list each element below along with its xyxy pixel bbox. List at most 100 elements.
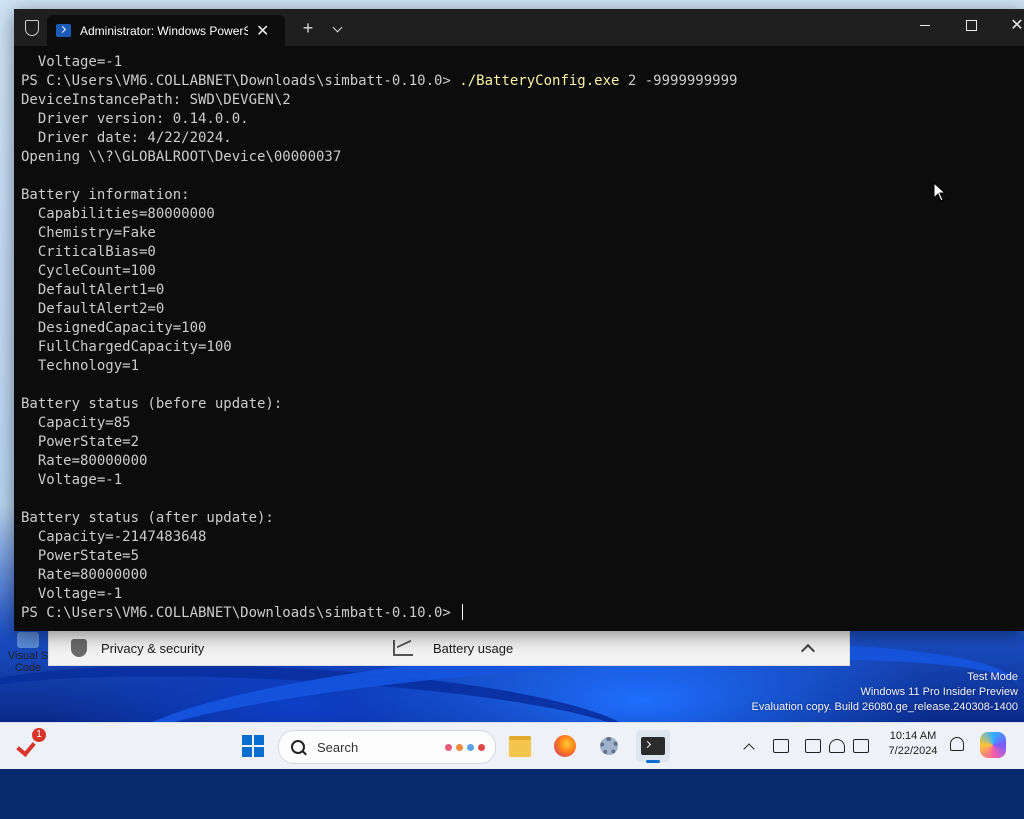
console-text: Voltage=-1 [21,586,123,602]
console-output[interactable]: Voltage=-1 PS C:\Users\VM6.COLLABNET\Down… [21,53,1024,631]
console-text: PowerState=2 [21,434,140,450]
maximize-icon [965,19,977,31]
clock[interactable]: 10:14 AM 7/22/2024 [880,729,946,759]
new-tab-button[interactable]: + [297,18,319,39]
tab-powershell[interactable]: Administrator: Windows PowerShell ✕ [47,15,285,46]
display-icon [805,739,821,753]
network-tray-button[interactable] [772,737,790,755]
console-line: Rate=80000000 [21,566,1024,585]
copilot-icon[interactable] [980,732,1006,758]
admin-shield-button[interactable] [19,15,45,41]
console-text: Battery information: [21,187,190,203]
console-line: Rate=80000000 [21,452,1024,471]
chevron-up-icon[interactable] [800,643,816,659]
console-line: FullChargedCapacity=100 [21,338,1024,357]
console-text: Voltage=-1 [21,54,123,70]
console-text: DesignedCapacity=100 [21,320,207,336]
tab-close-icon[interactable]: ✕ [256,21,269,41]
shield-icon [25,20,39,36]
console-text: Rate=80000000 [21,567,148,583]
search-icon [291,740,305,754]
console-line: Chemistry=Fake [21,224,1024,243]
console-text: PowerState=5 [21,548,140,564]
console-line: PowerState=2 [21,433,1024,452]
terminal-button[interactable] [636,730,670,763]
console-text: Battery status (before update): [21,396,283,412]
desktop-icon-vscode[interactable]: Visual S Code [2,632,54,674]
console-text: Chemistry=Fake [21,225,156,241]
console-prompt-line: PS C:\Users\VM6.COLLABNET\Downloads\simb… [21,604,1024,623]
chart-icon [393,640,413,656]
bell-icon[interactable] [950,737,964,751]
active-indicator [646,760,660,763]
show-hidden-icons-button[interactable] [742,737,756,755]
clock-date: 7/22/2024 [888,745,938,757]
firefox-button[interactable] [548,730,582,762]
battery-icon [853,739,869,753]
settings-window: Privacy & security Battery usage [48,630,850,666]
vscode-icon [17,632,39,648]
console-line: Capabilities=80000000 [21,205,1024,224]
console-line: Battery status (before update): [21,395,1024,414]
terminal-icon [641,737,665,755]
text-cursor [462,604,464,620]
test-mode-watermark: Test Mode Windows 11 Pro Insider Preview… [752,670,1018,715]
console-line: Opening \\?\GLOBALROOT\Device\00000037 [21,148,1024,167]
console-line: DefaultAlert2=0 [21,300,1024,319]
minimize-icon [920,24,930,26]
console-line: PS C:\Users\VM6.COLLABNET\Downloads\simb… [21,72,1024,91]
wifi-tray-button[interactable] [828,737,846,755]
console-text: Capacity=-2147483648 [21,529,207,545]
console-command: ./BatteryConfig.exe [459,73,620,89]
shield-icon [71,639,87,657]
console-text: Driver date: 4/22/2024. [21,130,232,146]
title-bar[interactable]: Administrator: Windows PowerShell ✕ + ✕ [14,9,1024,46]
console-text: DefaultAlert2=0 [21,301,165,317]
settings-button[interactable] [592,730,626,762]
close-button[interactable]: ✕ [994,9,1024,41]
console-line: Capacity=85 [21,414,1024,433]
settings-item-privacy[interactable]: Privacy & security [71,631,204,665]
console-text: Voltage=-1 [21,472,123,488]
settings-item-label: Privacy & security [101,640,205,656]
settings-item-battery-usage[interactable]: Battery usage [393,631,816,665]
console-line: Driver version: 0.14.0.0. [21,110,1024,129]
cursor-arrow-icon [933,182,947,202]
notification-app-button[interactable]: 1 [18,728,48,761]
gear-icon [600,737,618,755]
display-tray-button[interactable] [804,737,822,755]
console-text: FullChargedCapacity=100 [21,339,232,355]
search-label: Search [317,739,359,755]
console-line: Battery information: [21,186,1024,205]
taskbar-search[interactable]: Search [278,730,496,764]
tab-dropdown-button[interactable] [326,19,348,39]
console-text: Driver version: 0.14.0.0. [21,111,249,127]
minimize-button[interactable] [902,9,948,41]
battery-tray-button[interactable] [852,737,870,755]
watermark-line: Windows 11 Pro Insider Preview [860,686,1018,698]
start-button[interactable] [236,730,270,762]
console-text: DeviceInstancePath: SWD\DEVGEN\2 [21,92,291,108]
desktop-icon-label: Visual S [7,650,49,662]
windows-logo-icon [242,735,264,757]
console-text: PS C:\Users\VM6.COLLABNET\Downloads\simb… [21,605,460,621]
network-off-icon [773,739,789,753]
console-line: DeviceInstancePath: SWD\DEVGEN\2 [21,91,1024,110]
console-line: Technology=1 [21,357,1024,376]
chevron-up-icon [743,743,755,755]
console-line: DesignedCapacity=100 [21,319,1024,338]
console-arguments: 2 -9999999999 [619,73,738,89]
folder-icon [509,735,531,757]
console-line: Battery status (after update): [21,509,1024,528]
maximize-button[interactable] [948,9,994,41]
console-line: Capacity=-2147483648 [21,528,1024,547]
wifi-icon [829,739,845,753]
desktop-icon-label: Code [14,662,42,674]
console-line: Voltage=-1 [21,585,1024,604]
file-explorer-button[interactable] [503,730,537,762]
watermark-line: Evaluation copy. Build 26080.ge_release.… [751,701,1018,713]
search-highlight-icon [443,737,487,757]
